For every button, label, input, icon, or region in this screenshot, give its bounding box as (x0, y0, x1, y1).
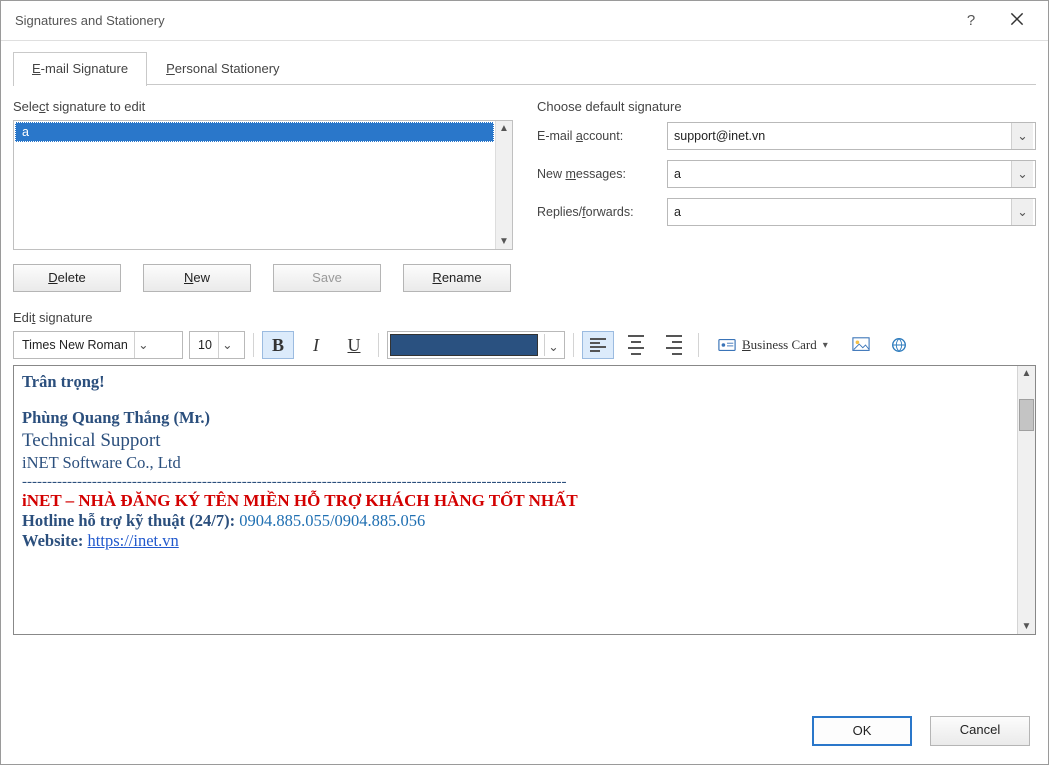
sig-website: Website: https://inet.vn (22, 531, 1009, 551)
replies-forwards-label: Replies/forwards: (537, 205, 667, 219)
ok-button[interactable]: OK (812, 716, 912, 746)
cancel-button[interactable]: Cancel (930, 716, 1030, 746)
separator (698, 333, 699, 357)
chevron-down-icon: ⌄ (544, 334, 562, 356)
replies-forwards-combo[interactable]: a ⌄ (667, 198, 1036, 226)
scroll-down-icon[interactable]: ▼ (1018, 619, 1035, 634)
business-card-icon (718, 336, 736, 354)
align-center-button[interactable] (620, 331, 652, 359)
save-button: Save (273, 264, 381, 292)
new-button[interactable]: New (143, 264, 251, 292)
sig-company: iNET Software Co., Ltd (22, 453, 1009, 473)
sig-slogan: iNET – NHÀ ĐĂNG KÝ TÊN MIỀN HỖ TRỢ KHÁCH… (22, 491, 1009, 511)
align-left-button[interactable] (582, 331, 614, 359)
choose-default-label: Choose default signature (537, 99, 1036, 114)
font-size-value: 10 (198, 338, 212, 352)
tab-email-signature[interactable]: E-mail Signature (13, 52, 147, 86)
insert-picture-button[interactable] (845, 331, 877, 359)
underline-button[interactable]: U (338, 331, 370, 359)
chevron-down-icon: ⌄ (1011, 123, 1033, 149)
email-account-combo[interactable]: support@inet.vn ⌄ (667, 122, 1036, 150)
italic-button[interactable]: I (300, 331, 332, 359)
signature-editor[interactable]: Trân trọng! Phùng Quang Thắng (Mr.) Tech… (13, 365, 1036, 635)
listbox-scrollbar[interactable]: ▲ ▼ (495, 121, 512, 249)
close-icon (1008, 10, 1026, 28)
editor-toolbar: Times New Roman ⌄ 10 ⌄ B I U ⌄ Business … (13, 331, 1036, 359)
titlebar: Signatures and Stationery ? (1, 1, 1048, 41)
sig-role: Technical Support (22, 430, 1009, 452)
picture-icon (852, 336, 870, 354)
scroll-down-icon[interactable]: ▼ (496, 234, 512, 249)
delete-button[interactable]: Delete (13, 264, 121, 292)
align-right-button[interactable] (658, 331, 690, 359)
scroll-up-icon[interactable]: ▲ (1018, 366, 1035, 381)
new-messages-combo[interactable]: a ⌄ (667, 160, 1036, 188)
insert-hyperlink-button[interactable] (883, 331, 915, 359)
chevron-down-icon: ⌄ (218, 332, 236, 358)
bold-button[interactable]: B (262, 331, 294, 359)
help-button[interactable]: ? (948, 6, 994, 35)
chevron-down-icon: ⌄ (1011, 199, 1033, 225)
window-title: Signatures and Stationery (15, 13, 948, 28)
select-signature-label: Select signature to edit (13, 99, 513, 114)
font-size-select[interactable]: 10 ⌄ (189, 331, 245, 359)
font-color-select[interactable]: ⌄ (387, 331, 565, 359)
font-family-value: Times New Roman (22, 338, 128, 352)
close-button[interactable] (994, 4, 1040, 38)
sig-divider: ----------------------------------------… (22, 474, 1009, 491)
separator (573, 333, 574, 357)
separator (253, 333, 254, 357)
list-item[interactable]: a (15, 122, 494, 142)
email-account-label: E-mail account: (537, 129, 667, 143)
hyperlink-icon (890, 336, 908, 354)
rename-button[interactable]: Rename (403, 264, 511, 292)
font-family-select[interactable]: Times New Roman ⌄ (13, 331, 183, 359)
sig-hotline: Hotline hỗ trợ kỹ thuật (24/7): 0904.885… (22, 511, 1009, 531)
tabs: E-mail Signature Personal Stationery (13, 51, 1036, 85)
tab-personal-stationery[interactable]: Personal Stationery (147, 52, 298, 86)
color-swatch (390, 334, 538, 356)
email-account-value: support@inet.vn (674, 129, 765, 143)
scroll-thumb[interactable] (1019, 399, 1034, 431)
new-messages-value: a (674, 167, 681, 181)
signature-listbox[interactable]: a ▲ ▼ (13, 120, 513, 250)
replies-forwards-value: a (674, 205, 681, 219)
separator (378, 333, 379, 357)
chevron-down-icon: ⌄ (134, 332, 152, 358)
scroll-up-icon[interactable]: ▲ (496, 121, 512, 136)
editor-scrollbar[interactable]: ▲ ▼ (1017, 366, 1035, 634)
edit-signature-label: Edit signature (13, 310, 1036, 325)
sig-greeting: Trân trọng! (22, 372, 1009, 392)
new-messages-label: New messages: (537, 167, 667, 181)
chevron-down-icon: ⌄ (1011, 161, 1033, 187)
business-card-button[interactable]: Business Card ▾ (707, 331, 839, 359)
sig-name: Phùng Quang Thắng (Mr.) (22, 408, 1009, 428)
